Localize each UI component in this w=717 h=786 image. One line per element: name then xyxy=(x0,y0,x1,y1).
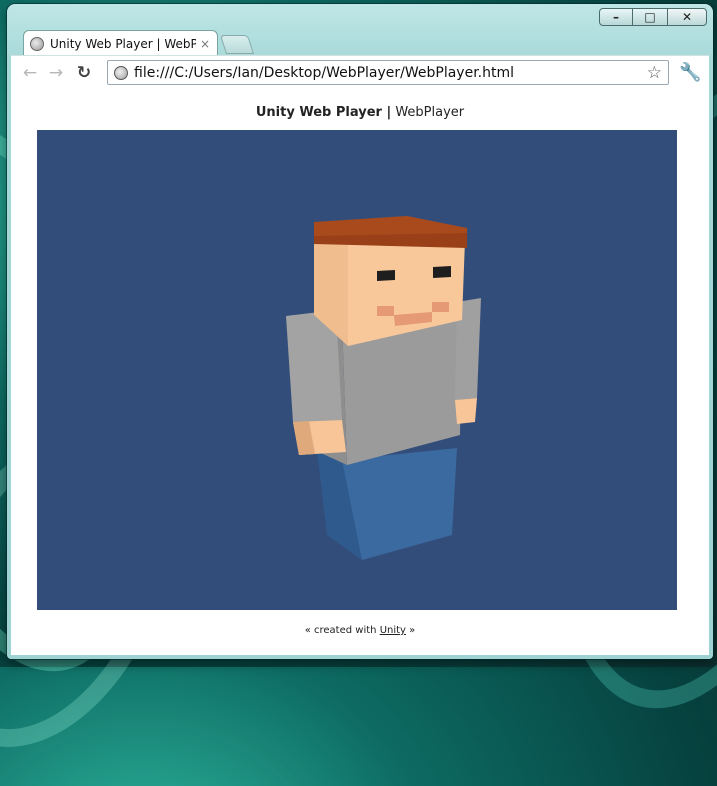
browser-window: – □ ✕ Unity Web Player | WebPlayer × ← →… xyxy=(7,4,713,659)
minimize-button[interactable]: – xyxy=(599,8,633,26)
unity-link[interactable]: Unity xyxy=(380,625,406,636)
page-title: Unity Web Player | WebPlayer xyxy=(11,105,709,120)
page-icon xyxy=(114,65,128,80)
footer-prefix: « created with xyxy=(304,625,377,636)
right-cheek xyxy=(432,302,449,312)
browser-toolbar: ← → ↻ file:///C:/Users/Ian/Desktop/WebPl… xyxy=(11,55,709,89)
unity-player-canvas[interactable] xyxy=(37,130,677,610)
close-tab-icon[interactable]: × xyxy=(200,37,210,51)
forward-arrow-icon[interactable]: → xyxy=(45,62,67,84)
left-eye xyxy=(377,270,395,281)
pants-front-face xyxy=(342,448,457,560)
blocky-character-scene xyxy=(286,216,481,560)
address-bar[interactable]: file:///C:/Users/Ian/Desktop/WebPlayer/W… xyxy=(107,60,669,85)
star-icon[interactable]: ☆ xyxy=(647,63,662,83)
maximize-button[interactable]: □ xyxy=(633,8,667,26)
right-eye xyxy=(433,266,451,278)
url-text: file:///C:/Users/Ian/Desktop/WebPlayer/W… xyxy=(134,64,515,81)
footer-credit: « created with Unity » xyxy=(11,625,709,636)
close-window-button[interactable]: ✕ xyxy=(667,8,707,26)
footer-suffix: » xyxy=(409,625,416,636)
page-title-rest: WebPlayer xyxy=(395,105,465,120)
left-cheek xyxy=(377,306,394,316)
back-arrow-icon[interactable]: ← xyxy=(19,62,41,84)
page-title-bold: Unity Web Player | xyxy=(255,105,392,120)
page-content: Unity Web Player | WebPlayer « created w… xyxy=(11,89,709,655)
globe-icon xyxy=(30,36,44,51)
tab-title: Unity Web Player | WebPlayer xyxy=(50,36,196,51)
new-tab-button[interactable] xyxy=(219,35,255,54)
right-hand xyxy=(455,398,477,424)
window-controls: – □ ✕ xyxy=(599,8,707,26)
reload-icon[interactable]: ↻ xyxy=(73,62,95,84)
wrench-icon[interactable]: 🔧 xyxy=(679,62,701,83)
browser-tab[interactable]: Unity Web Player | WebPlayer × xyxy=(23,30,218,56)
